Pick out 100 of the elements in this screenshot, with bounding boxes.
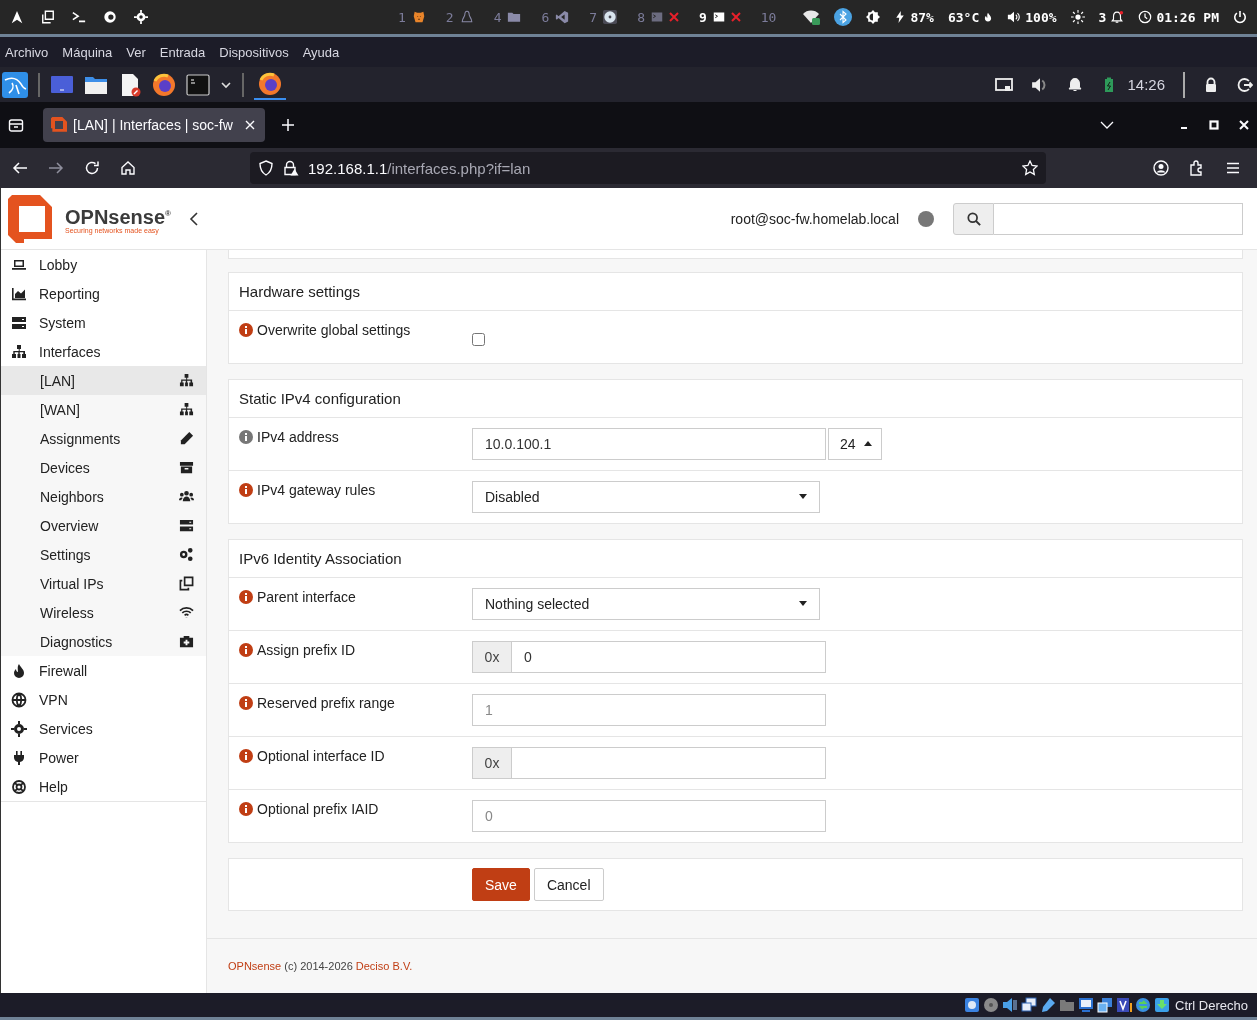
menu-item[interactable]: Ver [126, 44, 146, 60]
arch-logo-icon[interactable] [10, 10, 24, 24]
monitor-icon[interactable] [1078, 997, 1095, 1013]
input-field[interactable]: 0 [472, 799, 826, 832]
menu-item[interactable]: Archivo [5, 44, 49, 60]
cancel-button[interactable]: Cancel [533, 868, 604, 901]
shield-icon[interactable] [258, 160, 274, 176]
area-chart-icon [11, 285, 27, 302]
select-field[interactable]: Nothing selected [472, 587, 820, 620]
wifi-icon[interactable] [802, 8, 821, 26]
forward-icon[interactable] [48, 160, 64, 176]
info-icon[interactable] [239, 802, 253, 816]
workspace-number[interactable]: 10 [760, 9, 777, 25]
info-icon[interactable] [239, 483, 253, 497]
workspace-number[interactable]: 7 [589, 9, 598, 25]
archive-icon [179, 460, 194, 475]
sidebar-subitem[interactable]: [WAN] [1, 395, 206, 424]
account-icon[interactable] [1153, 160, 1169, 176]
brand-link[interactable]: OPNsense [228, 960, 282, 972]
bell-icon[interactable] [1067, 76, 1084, 93]
bluetooth-icon[interactable] [834, 8, 853, 26]
info-icon[interactable] [239, 696, 253, 710]
browser-tab[interactable]: [LAN] | Interfaces | soc-fw [43, 108, 265, 142]
menu-icon[interactable] [1225, 160, 1241, 176]
sidebar-item[interactable]: VPN [1, 685, 206, 714]
input-field[interactable]: 10.0.100.1 [472, 427, 826, 460]
save-button[interactable]: Save [472, 868, 530, 901]
usb-icon[interactable] [1040, 997, 1057, 1013]
checkbox[interactable] [472, 333, 485, 346]
logout-icon[interactable] [1237, 76, 1253, 93]
reload-icon[interactable] [84, 160, 100, 176]
sidebar-item[interactable]: Firewall [1, 656, 206, 685]
workspace-number[interactable]: 2 [445, 9, 454, 25]
maximize-icon[interactable] [1209, 120, 1219, 130]
power-icon[interactable] [1233, 10, 1247, 24]
menu-item[interactable]: Ayuda [302, 44, 340, 60]
lock-icon[interactable] [1203, 76, 1219, 93]
chip-icon[interactable] [1116, 997, 1133, 1013]
tab-list-icon[interactable] [8, 117, 24, 133]
workspace-number[interactable]: 6 [541, 9, 550, 25]
bell-icon[interactable] [1110, 10, 1125, 24]
info-icon[interactable] [239, 643, 253, 657]
sun-icon[interactable] [1070, 10, 1085, 24]
sidebar-subitem[interactable]: Neighbors [1, 482, 206, 511]
sidebar-item[interactable]: System [1, 308, 206, 337]
sidebar-subitem[interactable]: [LAN] [1, 366, 206, 395]
sidebar-subitem[interactable]: Diagnostics [1, 627, 206, 656]
brightness-icon[interactable] [866, 10, 881, 24]
menu-item[interactable]: Máquina [62, 44, 113, 60]
clock-time: 01:26 PM [1156, 9, 1219, 25]
input-field[interactable]: 1 [472, 693, 826, 726]
network-icon[interactable] [1021, 997, 1038, 1013]
sidebar-item[interactable]: Power [1, 743, 206, 772]
close-icon[interactable] [245, 120, 255, 130]
menu-item[interactable]: Entrada [159, 44, 206, 60]
prefix-length-select[interactable]: 24 [828, 427, 882, 460]
company-link[interactable]: Deciso B.V. [355, 960, 413, 972]
info-icon[interactable] [239, 430, 253, 444]
workspace-number[interactable]: 8 [637, 9, 645, 25]
info-icon[interactable] [239, 590, 253, 604]
sidebar-subitem[interactable]: Overview [1, 511, 206, 540]
back-icon[interactable] [12, 160, 28, 176]
menu-item[interactable]: Dispositivos [219, 44, 289, 60]
new-tab-icon[interactable] [281, 118, 295, 132]
disc-icon [603, 10, 618, 24]
windows-icon[interactable] [1097, 997, 1114, 1013]
workspace-number[interactable]: 4 [493, 9, 502, 25]
sidebar-subitem[interactable]: Assignments [1, 424, 206, 453]
volume-icon[interactable] [1007, 10, 1022, 24]
workspace-number[interactable]: 9 [698, 9, 707, 25]
info-icon[interactable] [239, 749, 253, 763]
sidebar-subitem[interactable]: Settings [1, 540, 206, 569]
sidebar-subitem[interactable]: Virtual IPs [1, 569, 206, 598]
medkit-icon [179, 634, 194, 649]
close-icon[interactable] [1239, 120, 1249, 130]
address-bar[interactable]: 192.168.1.1/interfaces.php?if=lan [250, 152, 1046, 184]
search-button[interactable] [953, 202, 994, 235]
workspace-number[interactable]: 1 [398, 9, 406, 25]
volume-percentage: 100% [1025, 9, 1057, 25]
sidebar-item[interactable]: Lobby [1, 250, 206, 279]
sidebar-item[interactable]: Reporting [1, 279, 206, 308]
star-icon[interactable] [1022, 160, 1038, 176]
input-field[interactable]: 0 [512, 640, 826, 673]
select-field[interactable]: Disabled [472, 480, 820, 513]
sidebar-subitem[interactable]: Wireless [1, 598, 206, 627]
disc-icon[interactable] [983, 997, 1000, 1013]
search-field[interactable] [994, 202, 1243, 235]
speaker-icon[interactable] [1002, 997, 1019, 1013]
globe-arrows-icon[interactable] [1135, 997, 1152, 1013]
lock-warning-icon[interactable] [283, 160, 299, 176]
extensions-icon[interactable] [1189, 160, 1205, 176]
sidebar-item[interactable]: Interfaces [1, 337, 206, 366]
copy-icon[interactable] [41, 10, 55, 24]
sidebar-item[interactable]: Services [1, 714, 206, 743]
network-icon[interactable] [995, 75, 1014, 94]
home-icon[interactable] [120, 160, 136, 176]
info-icon[interactable] [239, 323, 253, 337]
input-field[interactable] [512, 746, 826, 779]
download-icon[interactable] [1154, 997, 1171, 1013]
sidebar-subitem[interactable]: Devices [1, 453, 206, 482]
